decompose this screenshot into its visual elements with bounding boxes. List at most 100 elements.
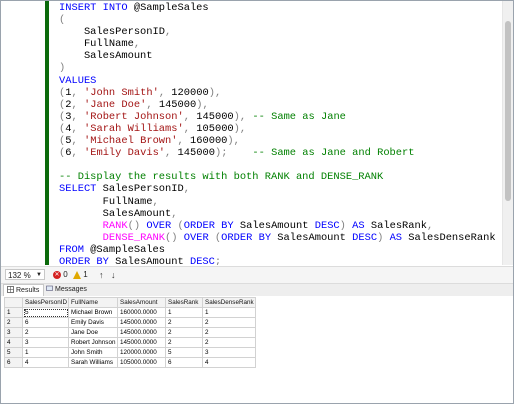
code-token: AS [352, 219, 371, 232]
code-line[interactable]: VALUES [59, 75, 496, 87]
table-cell[interactable]: 5 [165, 347, 203, 358]
table-row[interactable]: 6 4 Sarah Williams 105000.0000 6 4 [4, 357, 256, 368]
error-indicator[interactable]: ✕ 0 [53, 269, 68, 281]
code-line[interactable]: ) [59, 62, 496, 74]
table-cell[interactable]: 4 [22, 357, 69, 368]
table-cell[interactable]: 160000.0000 [117, 307, 166, 318]
row-number[interactable]: 1 [4, 307, 23, 318]
code-token: SalesAmount [59, 50, 153, 63]
sql-code[interactable]: INSERT INTO @SampleSales( SalesPersonID,… [59, 2, 496, 265]
row-number[interactable]: 4 [4, 337, 23, 348]
table-cell[interactable]: 6 [165, 357, 203, 368]
grid-corner[interactable] [4, 297, 23, 308]
code-token: SalesAmount [115, 255, 190, 265]
code-line[interactable]: RANK() OVER (ORDER BY SalesAmount DESC) … [59, 220, 496, 232]
code-token: ), [233, 122, 247, 135]
code-line[interactable]: (1, 'John Smith', 120000), [59, 87, 496, 99]
table-cell[interactable]: 120000.0000 [117, 347, 166, 358]
warning-icon [73, 270, 81, 279]
table-row[interactable]: 3 2 Jane Doe 145000.0000 2 2 [4, 327, 256, 338]
table-cell[interactable]: 145000.0000 [117, 337, 166, 348]
table-cell[interactable]: 2 [202, 327, 256, 338]
arrow-up-icon[interactable]: ↑ [99, 269, 104, 281]
scrollbar-thumb[interactable] [505, 21, 511, 201]
code-token: DENSE_RANK [102, 231, 166, 244]
code-line[interactable]: FullName, [59, 38, 496, 50]
table-cell[interactable]: Jane Doe [68, 327, 118, 338]
code-token: , [165, 147, 178, 160]
table-cell[interactable]: 6 [22, 317, 69, 328]
warning-indicator[interactable]: 1 [73, 269, 88, 281]
table-row[interactable]: 5 1 John Smith 120000.0000 5 3 [4, 347, 256, 358]
code-line[interactable]: (4, 'Sarah Williams', 105000), [59, 123, 496, 135]
table-cell[interactable]: 3 [22, 337, 69, 348]
column-header[interactable]: SalesPersonID [22, 297, 69, 308]
table-cell[interactable]: Michael Brown [68, 307, 118, 318]
code-token: RANK [102, 219, 128, 232]
code-line[interactable]: SalesAmount [59, 50, 496, 62]
code-line[interactable]: SalesPersonID, [59, 26, 496, 38]
table-cell[interactable]: 2 [165, 327, 203, 338]
tab-results[interactable]: Results [3, 284, 45, 296]
table-cell[interactable]: 1 [22, 347, 69, 358]
code-line[interactable]: -- Display the results with both RANK an… [59, 171, 496, 183]
column-header[interactable]: SalesDenseRank [202, 297, 256, 308]
tab-messages-label: Messages [55, 286, 87, 293]
arrow-down-icon[interactable]: ↓ [111, 269, 116, 281]
table-cell[interactable]: 1 [165, 307, 203, 318]
zoom-select[interactable]: 132 % ▼ [5, 269, 45, 280]
code-token: 'Jane Doe' [83, 98, 147, 111]
code-line[interactable]: ​ [59, 159, 496, 171]
column-header[interactable]: SalesRank [165, 297, 203, 308]
code-line[interactable]: ORDER BY SalesAmount DESC; [59, 256, 496, 265]
code-line[interactable]: FullName, [59, 196, 496, 208]
row-number[interactable]: 2 [4, 317, 23, 328]
tab-messages[interactable]: Messages [43, 284, 91, 295]
code-token: ) [377, 231, 390, 244]
table-row[interactable]: 4 3 Robert Johnson 145000.0000 2 2 [4, 337, 256, 348]
table-cell[interactable]: 5 [22, 307, 69, 318]
table-cell[interactable]: 2 [202, 317, 256, 328]
warning-count: 1 [83, 270, 88, 279]
code-token: @SampleSales [133, 2, 209, 14]
editor-scrollbar[interactable] [502, 1, 513, 265]
table-cell[interactable]: 2 [165, 317, 203, 328]
table-cell[interactable]: 2 [202, 337, 256, 348]
code-line[interactable]: (2, 'Jane Doe', 145000), [59, 99, 496, 111]
code-token: SalesRank [370, 219, 427, 232]
table-cell[interactable]: 105000.0000 [117, 357, 166, 368]
table-cell[interactable]: Emily Davis [68, 317, 118, 328]
code-line[interactable]: (5, 'Michael Brown', 160000), [59, 135, 496, 147]
table-cell[interactable]: 4 [202, 357, 256, 368]
table-cell[interactable]: 1 [202, 307, 256, 318]
table-cell[interactable]: John Smith [68, 347, 118, 358]
code-line[interactable]: ( [59, 14, 496, 26]
code-line[interactable]: INSERT INTO @SampleSales [59, 2, 496, 14]
column-header[interactable]: FullName [68, 297, 118, 308]
code-token: , [183, 110, 197, 123]
code-token: 'John Smith' [83, 86, 159, 99]
code-token: ORDER BY [221, 231, 278, 244]
code-line[interactable]: SalesAmount, [59, 208, 496, 220]
table-row[interactable]: 1 5 Michael Brown 160000.0000 1 1 [4, 307, 256, 318]
code-line[interactable]: FROM @SampleSales [59, 244, 496, 256]
table-cell[interactable]: Sarah Williams [68, 357, 118, 368]
code-line[interactable]: (3, 'Robert Johnson', 145000), -- Same a… [59, 111, 496, 123]
table-cell[interactable]: 2 [22, 327, 69, 338]
code-line[interactable]: SELECT SalesPersonID, [59, 183, 496, 195]
table-cell[interactable]: 145000.0000 [117, 317, 166, 328]
row-number[interactable]: 3 [4, 327, 23, 338]
table-cell[interactable]: 145000.0000 [117, 327, 166, 338]
code-token: 'Robert Johnson' [83, 110, 184, 123]
table-row[interactable]: 2 6 Emily Davis 145000.0000 2 2 [4, 317, 256, 328]
results-grid[interactable]: SalesPersonID FullName SalesAmount Sales… [4, 297, 256, 368]
table-cell[interactable]: 2 [165, 337, 203, 348]
column-header[interactable]: SalesAmount [117, 297, 166, 308]
table-cell[interactable]: Robert Johnson [68, 337, 118, 348]
row-number[interactable]: 6 [4, 357, 23, 368]
row-number[interactable]: 5 [4, 347, 23, 358]
query-editor[interactable]: INSERT INTO @SampleSales( SalesPersonID,… [1, 1, 513, 265]
code-line[interactable]: (6, 'Emily Davis', 145000); -- Same as J… [59, 147, 496, 159]
table-cell[interactable]: 3 [202, 347, 256, 358]
code-line[interactable]: DENSE_RANK() OVER (ORDER BY SalesAmount … [59, 232, 496, 244]
